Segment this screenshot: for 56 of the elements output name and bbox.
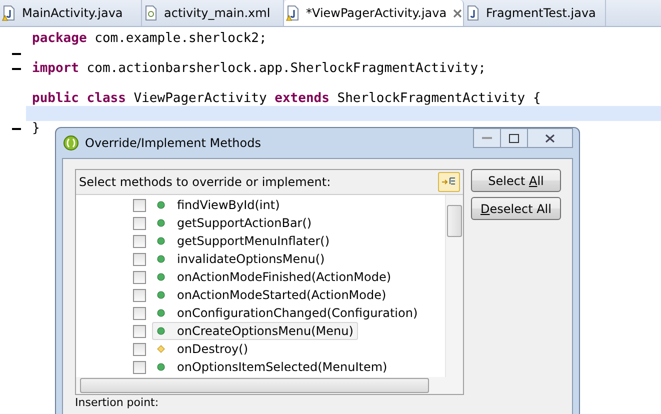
change-marker bbox=[12, 52, 21, 54]
public-method-icon bbox=[157, 291, 165, 299]
horizontal-scrollbar[interactable] bbox=[76, 377, 463, 394]
java-file-icon bbox=[2, 5, 16, 21]
method-item[interactable]: onOptionsItemSelected(MenuItem) bbox=[152, 358, 392, 376]
close-icon bbox=[545, 134, 555, 142]
public-method-icon bbox=[157, 219, 165, 227]
protected-method-icon bbox=[157, 345, 165, 353]
list-prompt: Select methods to override or implement: bbox=[79, 175, 331, 189]
method-item[interactable]: onConfigurationChanged(Configuration) bbox=[152, 304, 423, 322]
maximize-button[interactable] bbox=[500, 128, 528, 148]
select-all-button[interactable]: Select All bbox=[471, 169, 561, 192]
method-checkbox[interactable] bbox=[133, 324, 146, 338]
minimize-icon bbox=[482, 136, 492, 140]
method-checkbox[interactable] bbox=[133, 198, 146, 212]
public-method-icon bbox=[157, 201, 165, 209]
method-item[interactable]: onActionModeStarted(ActionMode) bbox=[152, 286, 392, 304]
insertion-point-label: Insertion point: bbox=[75, 397, 160, 409]
method-checkbox[interactable] bbox=[133, 216, 146, 230]
method-checkbox[interactable] bbox=[133, 360, 146, 374]
public-method-icon bbox=[157, 255, 165, 263]
public-method-icon bbox=[157, 309, 165, 317]
vertical-scrollbar[interactable] bbox=[445, 195, 463, 377]
editor-tab[interactable]: *ViewPagerActivity.java bbox=[284, 0, 464, 26]
close-icon[interactable] bbox=[452, 8, 462, 18]
method-checkbox[interactable] bbox=[133, 288, 146, 302]
dialog-title: Override/Implement Methods bbox=[85, 136, 262, 150]
method-item[interactable]: onCreateOptionsMenu(Menu) bbox=[152, 322, 358, 340]
java-file-icon bbox=[286, 5, 300, 21]
xml-file-icon bbox=[144, 5, 158, 21]
method-item[interactable]: getSupportActionBar() bbox=[152, 214, 317, 232]
method-checkbox[interactable] bbox=[133, 234, 146, 248]
tree-arrow-icon bbox=[442, 177, 456, 187]
method-item[interactable]: findViewById(int) bbox=[152, 196, 285, 214]
close-button[interactable] bbox=[527, 128, 573, 148]
method-item[interactable]: getSupportMenuInflater() bbox=[152, 232, 335, 250]
change-marker bbox=[12, 68, 21, 70]
method-item[interactable]: invalidateOptionsMenu() bbox=[152, 250, 330, 268]
editor-tab[interactable]: MainActivity.java bbox=[0, 0, 142, 26]
public-method-icon bbox=[157, 237, 165, 245]
editor-tab[interactable]: FragmentTest.java bbox=[464, 0, 606, 26]
java-file-icon bbox=[466, 5, 480, 21]
public-method-icon bbox=[157, 363, 165, 371]
method-checkbox[interactable] bbox=[133, 252, 146, 266]
sort-toggle-button[interactable] bbox=[438, 172, 460, 192]
app-icon bbox=[63, 135, 79, 151]
deselect-all-button[interactable]: Deselect All bbox=[471, 197, 561, 220]
public-method-icon bbox=[157, 273, 165, 281]
method-item[interactable]: onDestroy() bbox=[152, 340, 254, 358]
method-item[interactable]: onActionModeFinished(ActionMode) bbox=[152, 268, 396, 286]
method-checkbox[interactable] bbox=[133, 270, 146, 284]
method-checkbox[interactable] bbox=[133, 306, 146, 320]
change-marker bbox=[12, 128, 21, 130]
method-checkbox[interactable] bbox=[133, 342, 146, 356]
public-method-icon bbox=[157, 327, 165, 335]
maximize-icon bbox=[509, 134, 519, 142]
